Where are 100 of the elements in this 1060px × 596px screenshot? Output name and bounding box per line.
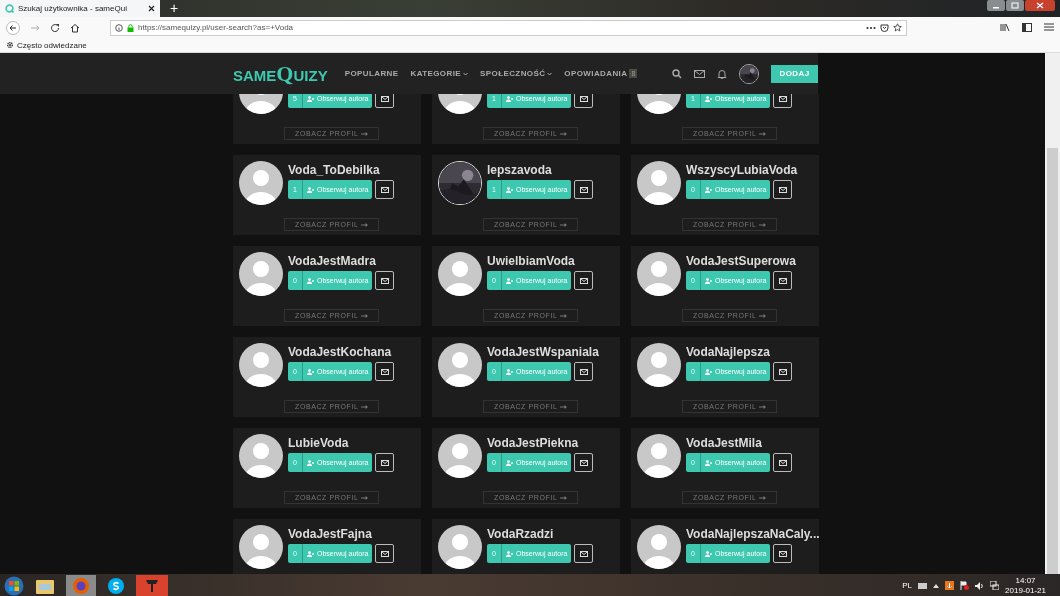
message-button[interactable] [375, 94, 395, 108]
envelope-icon [778, 277, 787, 284]
user-name[interactable]: VodaJestFajna [288, 527, 395, 542]
nav-link[interactable]: SPOŁECZNOŚĆ [480, 69, 553, 78]
update-icon[interactable] [945, 581, 955, 590]
message-button[interactable] [773, 271, 793, 290]
user-name[interactable]: VodaJestWspaniala [487, 345, 599, 360]
pocket-icon[interactable] [880, 23, 889, 32]
message-button[interactable] [574, 544, 594, 563]
nav-link[interactable]: KATEGORIE [410, 69, 469, 78]
users-icon [307, 459, 314, 466]
users-icon [307, 550, 314, 557]
nav-link[interactable]: OPOWIADANIA [564, 69, 628, 78]
arrow-icon [560, 131, 568, 136]
maximize-icon[interactable] [1006, 0, 1024, 11]
search-icon[interactable] [672, 68, 682, 79]
scrollbar[interactable] [1045, 53, 1060, 574]
keyboard-icon[interactable] [918, 582, 928, 589]
message-button[interactable] [773, 453, 793, 472]
envelope-icon [778, 368, 787, 375]
user-name[interactable]: WszyscyLubiaVoda [686, 163, 798, 178]
browser-tab[interactable]: Szukaj użytkownika - sameQui [0, 0, 160, 17]
users-icon [506, 277, 513, 284]
envelope-icon[interactable] [694, 69, 705, 78]
more-icon[interactable] [866, 25, 876, 30]
user-name[interactable]: VodaJestKochana [288, 345, 395, 360]
envelope-icon [778, 550, 787, 557]
arrow-icon [759, 222, 767, 227]
message-button[interactable] [773, 544, 793, 563]
message-button[interactable] [574, 362, 594, 381]
bell-icon[interactable] [717, 68, 727, 79]
users-icon [705, 277, 712, 284]
user-name[interactable]: UwielbiamVoda [487, 254, 594, 269]
browser-icon[interactable] [66, 574, 96, 596]
network-icon[interactable] [990, 581, 1000, 590]
message-button[interactable] [375, 544, 395, 563]
message-button[interactable] [375, 362, 395, 381]
lock-icon[interactable] [127, 23, 134, 32]
user-name[interactable]: VodaRzadzi [487, 527, 594, 542]
library-icon[interactable] [1000, 23, 1010, 32]
caret-icon [547, 71, 553, 76]
users-icon [307, 277, 314, 284]
caret-icon[interactable] [933, 583, 940, 588]
envelope-icon [579, 277, 588, 284]
message-button[interactable] [574, 180, 594, 199]
user-name[interactable]: VodaJestPiekna [487, 436, 594, 451]
users-icon [307, 368, 314, 375]
message-button[interactable] [375, 453, 395, 472]
reload-icon[interactable] [50, 22, 60, 33]
message-button[interactable] [574, 271, 594, 290]
envelope-icon [380, 186, 389, 193]
menu-icon[interactable] [1044, 23, 1054, 31]
start-icon[interactable] [4, 575, 24, 596]
message-button[interactable] [773, 94, 793, 108]
clock-date[interactable]: 2019-01-21 [1005, 586, 1046, 595]
message-button[interactable] [773, 362, 793, 381]
back-icon[interactable] [6, 20, 20, 35]
users-icon [307, 186, 314, 193]
user-name[interactable]: LubieVoda [288, 436, 395, 451]
bookmark-folder[interactable]: Często odwiedzane [17, 40, 87, 50]
close-icon[interactable] [148, 5, 155, 12]
users-icon [307, 95, 314, 102]
sidebar-icon[interactable] [1022, 23, 1032, 32]
envelope-icon [579, 95, 588, 102]
minimize-icon[interactable] [987, 0, 1005, 11]
message-button[interactable] [574, 453, 594, 472]
user-name[interactable]: Voda_ToDebilka [288, 163, 395, 178]
user-name[interactable]: VodaNajlepsza [686, 345, 793, 360]
home-icon[interactable] [70, 22, 80, 33]
address-bar[interactable]: https://samequizy.pl/user-search?as=+Voda [110, 19, 907, 36]
star-icon[interactable] [893, 23, 902, 32]
envelope-icon [380, 368, 389, 375]
chat-icon[interactable] [108, 577, 124, 594]
new-tab-button[interactable]: + [164, 0, 184, 17]
flag-icon[interactable] [960, 581, 970, 590]
user-name[interactable]: VodaNajlepszaNaCaly... [686, 527, 820, 542]
add-button[interactable]: DODAJ [771, 64, 818, 83]
user-name[interactable]: VodaJestMila [686, 436, 793, 451]
user-name[interactable]: lepszavoda [487, 163, 594, 178]
message-button[interactable] [773, 180, 793, 199]
speaker-icon[interactable] [975, 581, 985, 590]
info-icon[interactable] [115, 23, 123, 32]
message-button[interactable] [375, 180, 395, 199]
clock-time[interactable]: 14:07 [1015, 576, 1036, 585]
user-name[interactable]: VodaJestSuperowa [686, 254, 796, 269]
folder-icon[interactable] [36, 577, 54, 594]
gear-icon[interactable] [6, 41, 14, 49]
avatar-icon [239, 525, 283, 569]
avatar-icon [239, 343, 283, 387]
game-icon[interactable] [136, 574, 168, 596]
nav-link[interactable]: POPULARNE [344, 69, 399, 78]
user-name[interactable]: VodaJestMadra [288, 254, 395, 269]
users-icon [506, 186, 513, 193]
site-logo[interactable]: SAMEQUIZY [233, 60, 328, 87]
message-button[interactable] [375, 271, 395, 290]
users-icon [506, 368, 513, 375]
users-icon [506, 550, 513, 557]
message-button[interactable] [574, 94, 594, 108]
envelope-icon [380, 277, 389, 284]
language-indicator[interactable]: PL [902, 581, 913, 590]
